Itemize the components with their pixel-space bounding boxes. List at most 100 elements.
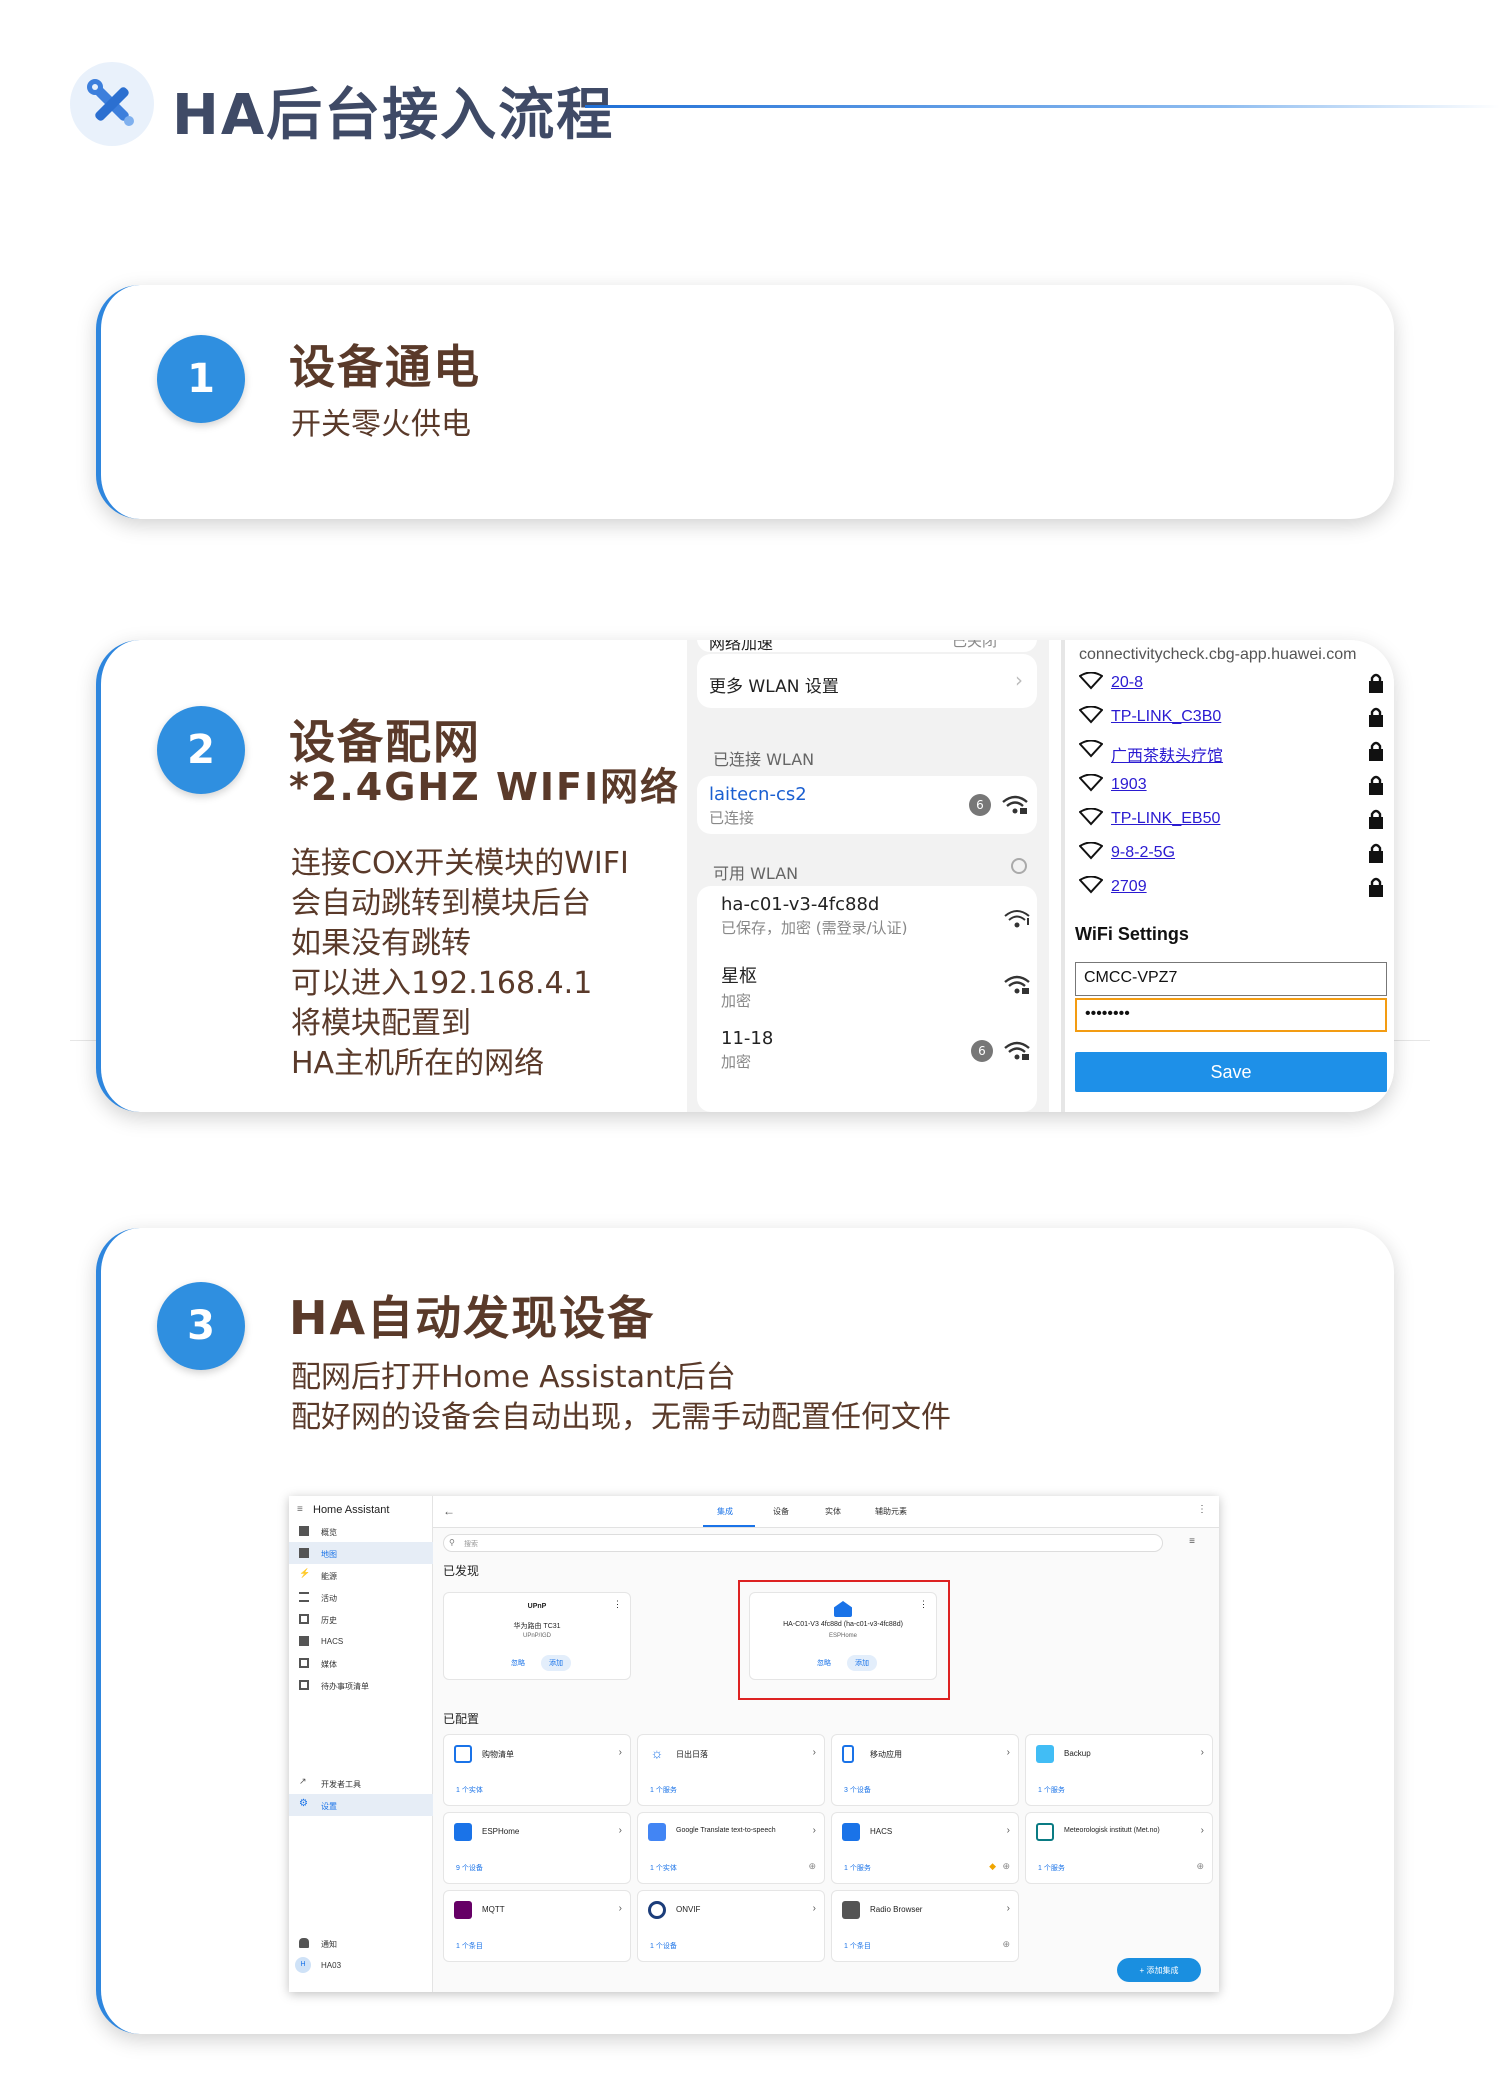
- sidebar-item-media[interactable]: 媒体: [289, 1652, 433, 1674]
- ignore-button[interactable]: 忽略: [503, 1655, 533, 1671]
- section-label: 已连接 WLAN: [713, 750, 815, 769]
- sidebar-item-overview[interactable]: 概览: [289, 1520, 433, 1542]
- filter-icon[interactable]: ≡: [1189, 1536, 1195, 1547]
- network-item[interactable]: TP-LINK_C3B0: [1075, 702, 1385, 734]
- todo-icon: [299, 1680, 309, 1690]
- network-item[interactable]: 9-8-2-5G: [1075, 838, 1385, 870]
- tab-devices[interactable]: 设备: [773, 1506, 789, 1517]
- configured-heading: 已配置: [443, 1712, 480, 1726]
- tab-entities[interactable]: 实体: [825, 1506, 841, 1517]
- network-name-link[interactable]: 2709: [1111, 878, 1147, 896]
- sidebar-item-hacs[interactable]: HACS: [289, 1630, 433, 1652]
- network-name-link[interactable]: 广西茶麸头疗馆: [1111, 742, 1223, 766]
- wlan-item[interactable]: 星枢 加密: [709, 954, 1035, 1018]
- integration-count[interactable]: 1 个服务: [1038, 1785, 1065, 1795]
- integration-card[interactable]: ESPHome › 9 个设备: [443, 1812, 631, 1884]
- sun-icon: ☼: [650, 1745, 664, 1761]
- map-icon: [299, 1548, 309, 1558]
- integration-count[interactable]: 1 个实体: [456, 1785, 483, 1795]
- add-button[interactable]: 添加: [541, 1655, 571, 1671]
- list-icon: [299, 1592, 309, 1602]
- sidebar-item-energy[interactable]: ⚡ 能源: [289, 1564, 433, 1586]
- integration-count[interactable]: 1 个服务: [1038, 1863, 1065, 1873]
- sidebar-item-profile[interactable]: H HA03: [289, 1954, 433, 1976]
- integration-card[interactable]: 移动应用 › 3 个设备: [831, 1734, 1019, 1806]
- integration-card[interactable]: Meteorologisk institutt (Met.no) › 1 个服务 ⊕: [1025, 1812, 1213, 1884]
- integration-count[interactable]: 1 个实体: [650, 1863, 677, 1873]
- add-integration-button[interactable]: + 添加集成: [1117, 1958, 1201, 1982]
- integration-card[interactable]: 购物清单 › 1 个实体: [443, 1734, 631, 1806]
- sidebar-item-notifications[interactable]: 通知: [289, 1932, 433, 1954]
- desc-line: HA主机所在的网络: [291, 1046, 545, 1081]
- hacs-icon: [842, 1823, 860, 1841]
- tab-helpers[interactable]: 辅助元素: [875, 1506, 907, 1517]
- wlan-name: 星枢: [721, 966, 757, 987]
- more-vert-icon[interactable]: ⋮: [1197, 1504, 1207, 1515]
- integration-name: 购物清单: [482, 1750, 514, 1759]
- password-input[interactable]: ••••••••: [1075, 998, 1387, 1032]
- network-name-link[interactable]: TP-LINK_EB50: [1111, 810, 1220, 828]
- network-name-link[interactable]: TP-LINK_C3B0: [1111, 708, 1221, 726]
- integration-card[interactable]: ☼ 日出日落 › 1 个服务: [637, 1734, 825, 1806]
- integration-name: Google Translate text-to-speech: [676, 1827, 776, 1834]
- lock-icon: [1369, 775, 1383, 795]
- more-wlan-settings-row[interactable]: 更多 WLAN 设置 ›: [697, 654, 1037, 708]
- sidebar-item-history[interactable]: 历史: [289, 1608, 433, 1630]
- more-vert-icon[interactable]: ⋮: [613, 1599, 622, 1610]
- hammer-icon: ↗: [299, 1776, 307, 1786]
- network-name-link[interactable]: 1903: [1111, 776, 1147, 794]
- network-item[interactable]: 2709: [1075, 872, 1385, 904]
- connected-wlan-row[interactable]: laitecn-cs2 已连接 6: [697, 776, 1037, 834]
- integration-card[interactable]: Backup › 1 个服务: [1025, 1734, 1213, 1806]
- integration-count[interactable]: 1 个服务: [844, 1863, 871, 1873]
- tab-integrations[interactable]: 集成: [717, 1506, 733, 1517]
- sidebar-item-todo[interactable]: 待办事项清单: [289, 1674, 433, 1696]
- search-input[interactable]: 搜索: [443, 1534, 1163, 1552]
- sidebar-label: 设置: [321, 1802, 337, 1811]
- integration-count[interactable]: 1 个服务: [650, 1785, 677, 1795]
- network-item[interactable]: 20-8: [1075, 668, 1385, 700]
- menu-icon[interactable]: ≡: [297, 1504, 303, 1515]
- ssid-input[interactable]: CMCC-VPZ7: [1075, 962, 1387, 996]
- page-header: HA后台接入流程: [70, 62, 1500, 158]
- network-item[interactable]: 广西茶麸头疗馆: [1075, 736, 1385, 768]
- network-name-link[interactable]: 20-8: [1111, 674, 1143, 692]
- desc-line: 可以进入192.168.4.1: [291, 966, 593, 1001]
- integration-count[interactable]: 9 个设备: [456, 1863, 483, 1873]
- chevron-right-icon: ›: [618, 1747, 622, 1758]
- wlan-status: 已连接: [709, 809, 755, 827]
- integration-card[interactable]: MQTT › 1 个条目: [443, 1890, 631, 1962]
- network-item[interactable]: TP-LINK_EB50: [1075, 804, 1385, 836]
- page-title: HA后台接入流程: [172, 83, 615, 148]
- integration-count[interactable]: 1 个条目: [456, 1941, 483, 1951]
- integration-card[interactable]: ONVIF › 1 个设备: [637, 1890, 825, 1962]
- integration-card[interactable]: Radio Browser › 1 个条目 ⊕: [831, 1890, 1019, 1962]
- back-arrow-icon[interactable]: ←: [443, 1504, 455, 1518]
- chevron-right-icon: ›: [1200, 1825, 1204, 1836]
- wifi-icon: [1079, 876, 1103, 894]
- network-acceleration-row[interactable]: 网络加速 已关闭: [697, 640, 1037, 653]
- wifi-icon: [1079, 774, 1103, 792]
- wlan-item[interactable]: 11-18 加密 6: [709, 1020, 1035, 1084]
- sidebar-item-logbook[interactable]: 活动: [289, 1586, 433, 1608]
- network-name-link[interactable]: 9-8-2-5G: [1111, 844, 1175, 862]
- integration-count[interactable]: 1 个设备: [650, 1941, 677, 1951]
- save-button[interactable]: Save: [1075, 1052, 1387, 1092]
- integration-count[interactable]: 1 个条目: [844, 1941, 871, 1951]
- integration-count[interactable]: 3 个设备: [844, 1785, 871, 1795]
- integration-card[interactable]: HACS › 1 个服务 ⊕ ◆: [831, 1812, 1019, 1884]
- mqtt-icon: [454, 1901, 472, 1919]
- integration-name: MQTT: [482, 1905, 505, 1914]
- network-item[interactable]: 1903: [1075, 770, 1385, 802]
- integration-card[interactable]: Google Translate text-to-speech › 1 个实体 ⊕: [637, 1812, 825, 1884]
- sidebar-item-settings[interactable]: ⚙ 设置: [289, 1794, 433, 1816]
- sidebar-item-developer-tools[interactable]: ↗ 开发者工具: [289, 1772, 433, 1794]
- desc-line: 会自动跳转到模块后台: [291, 886, 591, 921]
- wlan-status: 已保存，加密 (需登录/认证): [721, 919, 908, 937]
- row-label: 更多 WLAN 设置: [709, 677, 839, 697]
- wlan-item[interactable]: ha-c01-v3-4fc88d 已保存，加密 (需登录/认证): [709, 886, 1035, 950]
- chevron-right-icon: ›: [1200, 1747, 1204, 1758]
- discovered-card-upnp[interactable]: UPnP 华为路由 TC31 UPnP/IGD 忽略 添加 ⋮: [443, 1592, 631, 1680]
- sidebar-item-map[interactable]: 地图: [289, 1542, 433, 1564]
- ha-main: ← 集成 设备 实体 辅助元素 ⋮ 搜索 ⚲ ≡ 已发现 UPnP 华为路由 T…: [433, 1496, 1219, 1992]
